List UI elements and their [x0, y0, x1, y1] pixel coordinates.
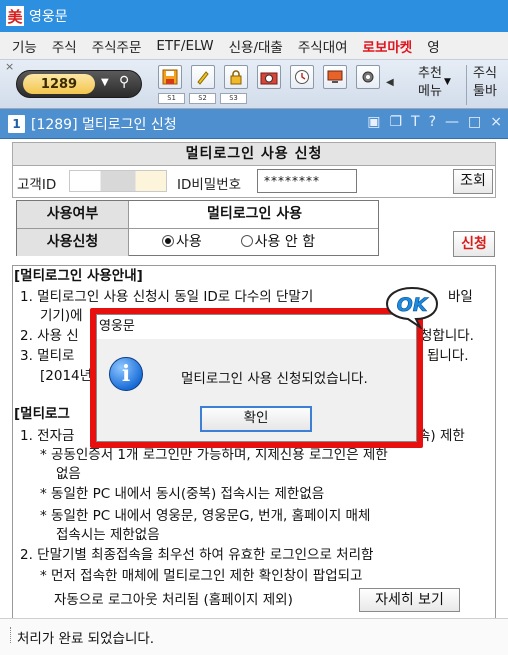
guide-heading-2: [멀티로그 [14, 406, 70, 422]
app-logo-icon: 美 [6, 6, 24, 26]
recommend-menu-button[interactable]: 추천 메뉴 [400, 65, 460, 105]
window-title: [1289] 멀티로그인 신청 [31, 116, 177, 133]
screen-search-icon[interactable]: ⚲ [119, 74, 129, 90]
gear-icon[interactable] [356, 65, 380, 89]
apply-button[interactable]: 신청 [453, 231, 495, 257]
lock-icon[interactable] [224, 65, 248, 89]
menu-bar: 기능 주식 주식주문 ETF/ELW 신용/대출 주식대여 로보마켓 영 [0, 32, 508, 59]
radio-use-label[interactable]: 사용 [176, 234, 202, 250]
info-icon: i [109, 357, 143, 391]
guide-line-3b: [2014년 [40, 368, 93, 384]
customer-id-label: 고객ID [17, 177, 57, 193]
recommend-dropdown-icon[interactable]: ▼ [444, 77, 451, 87]
guide-sub-1a: * 공동인증서 1개 로그인만 가능하며, 지제신용 로그인은 제한 [40, 447, 388, 463]
window-minimize-icon[interactable]: — [445, 114, 459, 130]
window-close-icon[interactable]: × [490, 114, 502, 130]
screen-number-input[interactable]: 1289 [23, 74, 95, 94]
guide-sub-5: 자동으로 로그아웃 처리됨 (홈페이지 제외) [54, 592, 293, 608]
window-copy-icon[interactable]: ❐ [389, 114, 402, 130]
window-index-badge: 1 [8, 114, 25, 133]
camera-icon[interactable] [257, 65, 281, 89]
slot-s2[interactable]: S2 [189, 93, 216, 104]
guide-sub-3a: * 동일한 PC 내에서 영웅문, 영웅문G, 번개, 홈페이지 매체 [40, 508, 371, 524]
monitor-icon[interactable] [323, 65, 347, 89]
status-message: 처리가 완료 되었습니다. [17, 631, 155, 647]
usage-table: 사용여부 멀티로그인 사용 사용신청 사용 사용 안 함 [16, 200, 379, 256]
dialog-title: 영웅문 [97, 315, 416, 339]
guide-heading-1: [멀티로그인 사용안내] [14, 268, 143, 284]
apply-label: 사용신청 [17, 229, 129, 256]
screen-dropdown-icon[interactable]: ▼ [101, 77, 109, 88]
ok-badge-icon: OK [385, 286, 439, 329]
clock-icon[interactable] [290, 65, 314, 89]
window-maximize-icon[interactable]: □ [468, 114, 481, 130]
app-title: 영웅문 [29, 9, 68, 25]
guide-line-2: 2. 사용 신 [20, 328, 79, 344]
guide-line-4: 1. 전자금 [20, 428, 75, 444]
id-row: 고객ID ID비밀번호 ******** 조회 [12, 166, 496, 198]
app-titlebar: 美 영웅문 [0, 0, 508, 32]
guide-line-3-tail: 됩니다. [427, 348, 469, 364]
apply-options: 사용 사용 안 함 [130, 229, 379, 256]
status-grip [10, 627, 13, 643]
window-header: 1 [1289] 멀티로그인 신청 ▣ ❐ T ? — □ × [0, 109, 508, 139]
slot-s3[interactable]: S3 [220, 93, 247, 104]
menu-item-truncated[interactable]: 영 [427, 36, 439, 56]
guide-line-5: 2. 단말기별 최종접속을 최우선 하여 유효한 로그인으로 처리함 [20, 547, 374, 563]
stock-toolbar-button[interactable]: 주식 툴바 [466, 65, 508, 105]
guide-sub-3b: 접속시는 제한없음 [56, 527, 160, 543]
menu-item-etf-elw[interactable]: ETF/ELW [156, 38, 213, 54]
menu-item-stock-lending[interactable]: 주식대여 [298, 36, 348, 56]
window-help-icon[interactable]: ? [429, 114, 436, 130]
brush-icon[interactable] [191, 65, 215, 89]
slot-s1[interactable]: S1 [158, 93, 185, 104]
save-icon[interactable] [158, 65, 182, 89]
guide-sub-1b: 없음 [56, 466, 81, 482]
menu-item-function[interactable]: 기능 [12, 36, 37, 56]
menu-item-robo-market[interactable]: 로보마켓 [363, 36, 413, 56]
lookup-button[interactable]: 조회 [453, 169, 493, 194]
radio-no-use-label[interactable]: 사용 안 함 [255, 234, 315, 250]
recommend-label-1: 추천 [418, 66, 442, 81]
customer-id-field[interactable] [69, 170, 167, 192]
menu-item-stock-order[interactable]: 주식주문 [92, 36, 142, 56]
toolbar: × 1289 ▼ ⚲ S1 S2 S3 ◀ 추천 메뉴 ▼ 주식 툴바 [0, 59, 508, 109]
recommend-label-2: 메뉴 [418, 84, 442, 99]
form-title: 멀티로그인 사용 신청 [12, 142, 496, 166]
ok-badge-text: OK [397, 294, 429, 316]
usage-label: 사용여부 [17, 201, 129, 228]
id-password-field[interactable]: ******** [257, 169, 357, 193]
guide-line-1a-tail: 바일 [448, 289, 473, 305]
menu-item-credit-loan[interactable]: 신용/대출 [229, 36, 283, 56]
radio-no-use[interactable] [240, 235, 253, 247]
usage-value: 멀티로그인 사용 [206, 206, 303, 222]
guide-line-2-tail: 청합니다. [420, 328, 474, 344]
window-controls: ▣ ❐ T ? — □ × [367, 114, 502, 130]
radio-use[interactable] [162, 235, 174, 247]
guide-sub-2: * 동일한 PC 내에서 동시(중복) 접속시는 제한없음 [40, 486, 325, 502]
guide-line-3: 3. 멀티로 [20, 348, 75, 364]
dialog-message: 멀티로그인 사용 신청되었습니다. [181, 371, 368, 387]
status-bar: 처리가 완료 되었습니다. [0, 618, 508, 655]
guide-sub-4: * 먼저 접속한 매체에 멀티로그인 제한 확인창이 팝업되고 [40, 568, 363, 584]
dialog-body: i 멀티로그인 사용 신청되었습니다. 확인 [97, 339, 416, 441]
guide-line-1b: 기기)에 [40, 308, 83, 324]
stock-label-2: 툴바 [473, 84, 497, 99]
menu-item-stock[interactable]: 주식 [52, 36, 77, 56]
confirmation-dialog: 영웅문 i 멀티로그인 사용 신청되었습니다. 확인 [96, 314, 417, 442]
detail-view-button[interactable]: 자세히 보기 [359, 588, 460, 612]
stock-label-1: 주식 [473, 66, 497, 81]
id-password-label: ID비밀번호 [177, 177, 242, 193]
window-text-icon[interactable]: T [411, 114, 420, 130]
guide-line-1a: 1. 멀티로그인 사용 신청시 동일 ID로 다수의 단말기 [20, 289, 314, 305]
toolbar-scroll-left-icon[interactable]: ◀ [386, 77, 394, 88]
window-link-icon[interactable]: ▣ [367, 114, 380, 130]
dialog-ok-button[interactable]: 확인 [200, 406, 312, 432]
toolbar-close-icon[interactable]: × [5, 60, 14, 73]
guide-line-4-tail: 속) 제한 [418, 428, 465, 444]
screen-number-box: 1289 ▼ ⚲ [16, 70, 142, 98]
